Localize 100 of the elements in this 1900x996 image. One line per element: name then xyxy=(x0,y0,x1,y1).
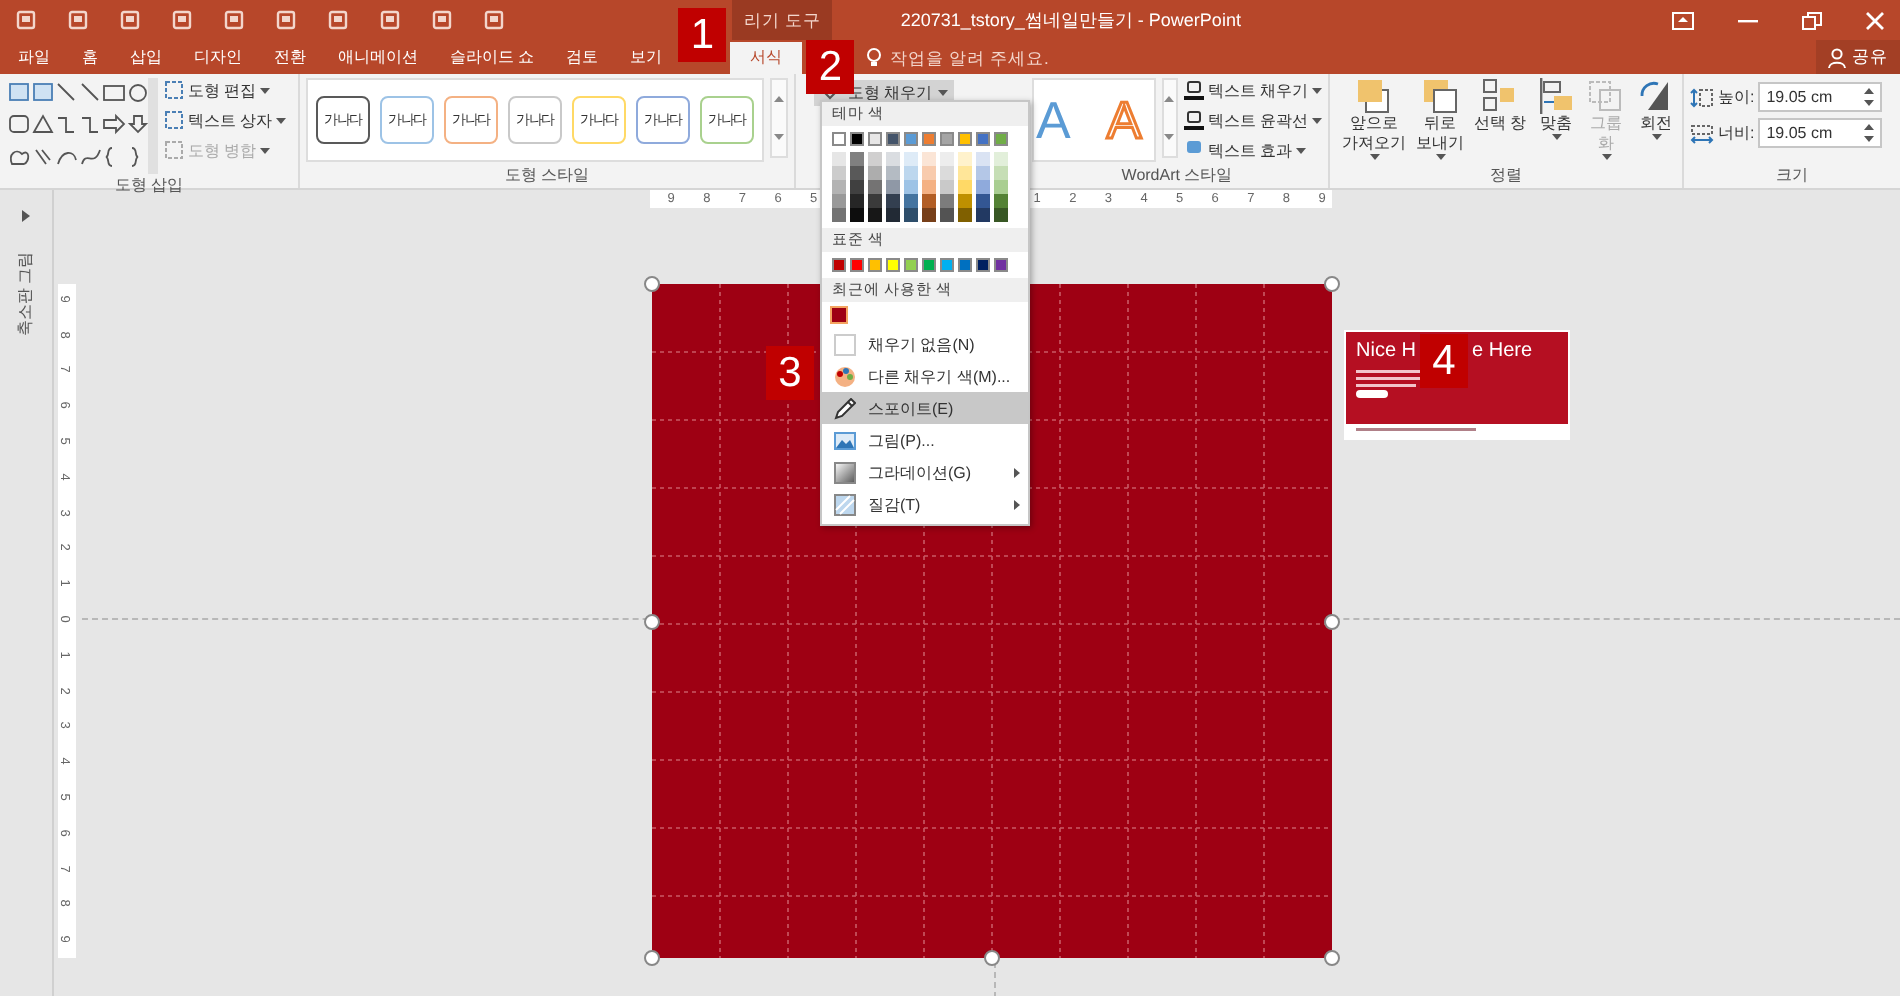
color-swatch[interactable] xyxy=(976,194,990,208)
ribbon-tab[interactable]: 삽입 xyxy=(114,42,178,74)
color-swatch[interactable] xyxy=(994,258,1008,272)
tell-me-field[interactable]: 작업을 알려 주세요. xyxy=(882,47,1091,67)
color-swatch[interactable] xyxy=(886,208,900,222)
color-swatch[interactable] xyxy=(850,132,864,146)
color-swatch[interactable] xyxy=(832,194,846,208)
color-swatch[interactable] xyxy=(958,258,972,272)
color-swatch[interactable] xyxy=(832,308,846,322)
ribbon-tab[interactable]: 서식 xyxy=(730,42,803,74)
ribbon-command[interactable]: 텍스트 상자 xyxy=(164,108,287,132)
scroll-down-icon[interactable] xyxy=(774,134,784,140)
ribbon-tab[interactable]: 홈 xyxy=(66,42,114,74)
ribbon-tab[interactable]: 보기 xyxy=(614,42,679,74)
color-swatch[interactable] xyxy=(922,194,936,208)
ribbon-tab[interactable]: 전환 xyxy=(258,42,322,74)
color-swatch[interactable] xyxy=(886,258,900,272)
color-swatch[interactable] xyxy=(922,208,936,222)
color-swatch[interactable] xyxy=(868,180,882,194)
color-swatch[interactable] xyxy=(958,132,972,146)
color-swatch[interactable] xyxy=(940,258,954,272)
toolbar-icon[interactable] xyxy=(16,10,36,30)
color-swatch[interactable] xyxy=(868,152,882,166)
menu-item[interactable]: 그림(P)... xyxy=(822,424,1028,456)
share-button[interactable]: 공유 xyxy=(1816,40,1900,74)
color-swatch[interactable] xyxy=(922,152,936,166)
color-swatch[interactable] xyxy=(958,180,972,194)
color-swatch[interactable] xyxy=(832,166,846,180)
color-swatch[interactable] xyxy=(976,132,990,146)
color-swatch[interactable] xyxy=(922,258,936,272)
color-swatch[interactable] xyxy=(886,132,900,146)
ribbon-command[interactable]: 텍스트 윤곽선 xyxy=(1183,108,1322,132)
thumbnail-pane-label[interactable]: 축소판 그림 xyxy=(16,251,36,337)
color-swatch[interactable] xyxy=(886,194,900,208)
color-swatch[interactable] xyxy=(940,132,954,146)
color-swatch[interactable] xyxy=(868,132,882,146)
shape-gallery-drawing[interactable] xyxy=(6,78,158,174)
color-swatch[interactable] xyxy=(994,194,1008,208)
color-swatch[interactable] xyxy=(868,194,882,208)
color-swatch[interactable] xyxy=(958,208,972,222)
scroll-down-icon[interactable] xyxy=(1164,134,1175,140)
color-swatch[interactable] xyxy=(940,166,954,180)
toolbar-icon[interactable] xyxy=(68,10,88,30)
ribbon-command[interactable]: 선택 창 xyxy=(1474,78,1527,164)
color-swatch[interactable] xyxy=(994,166,1008,180)
color-swatch[interactable] xyxy=(904,258,918,272)
color-swatch[interactable] xyxy=(976,208,990,222)
selection-handle[interactable] xyxy=(984,950,1000,966)
color-swatch[interactable] xyxy=(958,166,972,180)
color-swatch[interactable] xyxy=(850,208,864,222)
color-swatch[interactable] xyxy=(904,194,918,208)
menu-item[interactable]: 그라데이션(G) xyxy=(822,456,1028,488)
color-swatch[interactable] xyxy=(850,166,864,180)
toolbar-icon[interactable] xyxy=(224,10,244,30)
ribbon-tab[interactable]: 검토 xyxy=(550,42,615,74)
scroll-up-icon[interactable] xyxy=(774,96,784,102)
toolbar-icon[interactable] xyxy=(380,10,400,30)
color-swatch[interactable] xyxy=(850,258,864,272)
ribbon-command[interactable]: 맞춤 xyxy=(1536,78,1577,164)
color-swatch[interactable] xyxy=(994,208,1008,222)
ribbon-tab[interactable]: 애니메이션 xyxy=(322,42,434,74)
size-field[interactable]: 19.05 cm xyxy=(1758,82,1883,112)
color-swatch[interactable] xyxy=(976,152,990,166)
toolbar-icon[interactable] xyxy=(276,10,296,30)
color-swatch[interactable] xyxy=(994,132,1008,146)
color-swatch[interactable] xyxy=(940,152,954,166)
ribbon-command[interactable]: 회전 xyxy=(1636,78,1677,164)
color-swatch[interactable] xyxy=(922,132,936,146)
color-swatch[interactable] xyxy=(904,132,918,146)
color-swatch[interactable] xyxy=(958,194,972,208)
gallery-scrollbar[interactable] xyxy=(1161,78,1178,158)
toolbar-icon[interactable] xyxy=(432,10,452,30)
color-swatch[interactable] xyxy=(994,180,1008,194)
scroll-up-icon[interactable] xyxy=(1164,96,1175,102)
color-swatch[interactable] xyxy=(850,194,864,208)
toolbar-icon[interactable] xyxy=(484,10,504,30)
color-swatch[interactable] xyxy=(868,166,882,180)
restore-icon[interactable] xyxy=(1802,11,1822,29)
toolbar-icon[interactable] xyxy=(120,10,140,30)
color-swatch[interactable] xyxy=(904,180,918,194)
color-swatch[interactable] xyxy=(886,166,900,180)
menu-item[interactable]: 스포이트(E) xyxy=(822,392,1028,424)
color-swatch[interactable] xyxy=(886,152,900,166)
ribbon-tab[interactable]: 디자인 xyxy=(178,42,258,74)
size-field[interactable]: 19.05 cm xyxy=(1758,118,1883,148)
color-swatch[interactable] xyxy=(958,152,972,166)
ribbon-command[interactable]: 도형 편집 xyxy=(164,78,287,102)
close-icon[interactable] xyxy=(1866,11,1884,29)
color-swatch[interactable] xyxy=(832,152,846,166)
color-swatch[interactable] xyxy=(868,208,882,222)
expand-icon[interactable] xyxy=(22,210,30,222)
color-swatch[interactable] xyxy=(904,208,918,222)
color-swatch[interactable] xyxy=(832,258,846,272)
color-swatch[interactable] xyxy=(904,152,918,166)
color-swatch[interactable] xyxy=(868,258,882,272)
selection-handle[interactable] xyxy=(644,613,660,629)
color-swatch[interactable] xyxy=(904,166,918,180)
selection-handle[interactable] xyxy=(1324,276,1340,292)
color-swatch[interactable] xyxy=(940,208,954,222)
ribbon-command[interactable]: 뒤로 보내기 xyxy=(1416,78,1464,164)
